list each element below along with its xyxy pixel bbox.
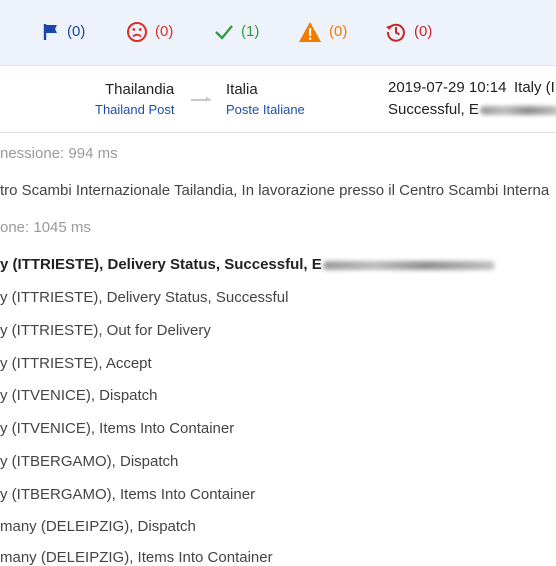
- origin-country: Thailandia: [105, 81, 175, 98]
- filter-flagged[interactable]: (0): [42, 21, 85, 43]
- status-filter-bar: (0) (0) (1) (0) (0): [0, 0, 556, 66]
- shipment-route-row[interactable]: Thailandia Thailand Post Italia Poste It…: [0, 66, 556, 133]
- warning-count: (0): [329, 23, 348, 40]
- delivered-count: (1): [241, 23, 260, 40]
- flag-icon: [43, 24, 57, 40]
- sad-face-icon: [127, 22, 147, 42]
- redacted-text: [322, 260, 495, 270]
- filter-delivered[interactable]: (1): [214, 21, 259, 43]
- response-time-1: nessione: 994 ms: [0, 145, 118, 162]
- event-entry: y (ITTRIESTE), Accept: [0, 355, 152, 372]
- filter-expired[interactable]: (0): [385, 21, 432, 43]
- redacted-text: [479, 105, 556, 115]
- event-entry-text: y (ITTRIESTE), Delivery Status, Successf…: [0, 256, 322, 273]
- event-entry: y (ITVENICE), Dispatch: [0, 387, 158, 404]
- origin-event-entry: tro Scambi Internazionale Tailandia, In …: [0, 182, 550, 199]
- flagged-count: (0): [67, 23, 86, 40]
- filter-warning[interactable]: (0): [298, 21, 347, 43]
- problem-count: (0): [155, 23, 174, 40]
- history-icon: [386, 23, 405, 42]
- event-entry: y (ITTRIESTE), Delivery Status, Successf…: [0, 256, 495, 273]
- latest-status-text: Successful, E: [388, 101, 479, 118]
- warning-icon: [299, 22, 321, 42]
- event-entry: y (ITVENICE), Items Into Container: [0, 420, 235, 437]
- event-entry: y (ITTRIESTE), Out for Delivery: [0, 322, 211, 339]
- event-entry: y (ITBERGAMO), Items Into Container: [0, 486, 256, 503]
- event-entry: y (ITTRIESTE), Delivery Status, Successf…: [0, 289, 289, 306]
- latest-event-datetime: 2019-07-29 10:14: [388, 79, 507, 96]
- latest-event-status: Successful, E: [388, 101, 556, 118]
- response-time-2: one: 1045 ms: [0, 219, 91, 236]
- expired-count: (0): [414, 23, 433, 40]
- event-entry: many (DELEIPZIG), Items Into Container: [0, 549, 273, 566]
- filter-problem[interactable]: (0): [126, 21, 173, 43]
- check-icon: [215, 25, 233, 40]
- route-arrow-icon: [191, 96, 212, 102]
- destination-country: Italia: [226, 81, 258, 98]
- event-entry: y (ITBERGAMO), Dispatch: [0, 453, 179, 470]
- origin-carrier-link[interactable]: Thailand Post: [95, 102, 175, 117]
- latest-event-location: Italy (I: [514, 79, 555, 96]
- event-entry: many (DELEIPZIG), Dispatch: [0, 518, 196, 535]
- destination-carrier-link[interactable]: Poste Italiane: [226, 102, 305, 117]
